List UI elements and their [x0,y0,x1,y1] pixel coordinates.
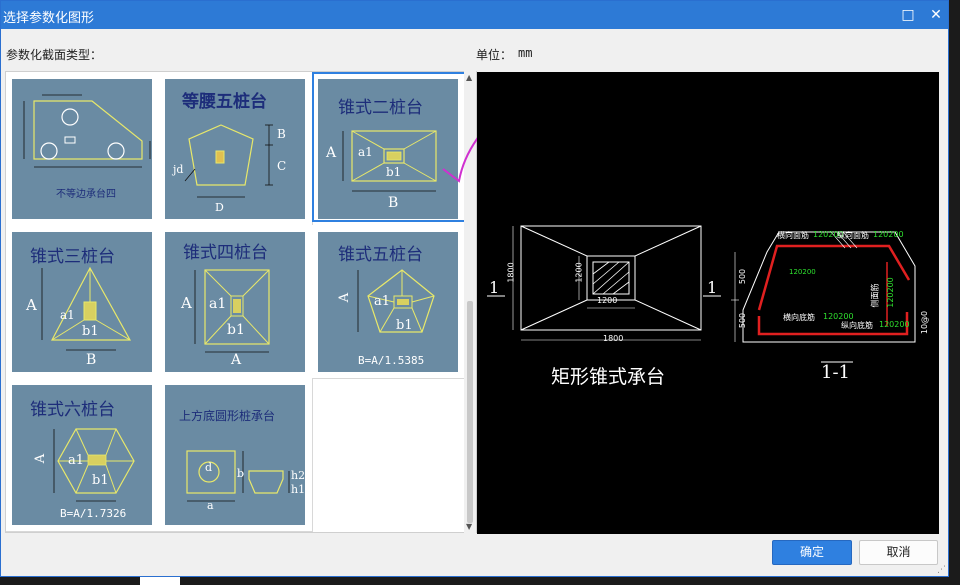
isosceles-five-diagram [184,124,273,198]
unit-label: 单位： [476,48,513,62]
shape-cell-square-round-cap[interactable]: 上方底圆形桩承台 d b a h2 h1 [159,378,313,532]
scroll-thumb[interactable] [467,301,473,523]
dim-label-a: A [337,292,353,303]
ok-button[interactable]: 确定 [772,540,852,565]
dim-label-a: A [326,145,337,161]
dialog-window: 选择参数化图形 □ ✕ 参数化截面类型： 单位： mm 不等边承台四 等腰五桩台… [0,0,949,577]
cancel-button[interactable]: 取消 [859,540,938,565]
dim-label-h1: h1 [291,483,306,496]
dim-label-d: d [205,461,213,474]
dim-column-width: 1200 [597,296,618,305]
shape-thumbnail: 锥式四桩台 A a1 b1 A [165,232,305,372]
dim-label-a1: a1 [60,308,75,322]
maximize-icon[interactable]: □ [898,5,918,25]
dim-label-h2: h2 [291,469,306,482]
shape-thumbnail: 锥式三桩台 A a1 b1 B [12,232,152,372]
dim-label-a1: a1 [68,453,85,468]
shape-cell-cone-five-pile[interactable]: 锥式五桩台 A a1 b1 B=A/1.5385 [312,225,466,379]
dim-label-b: b [237,467,245,480]
bar-spec-end: 10@0 [920,310,930,335]
scroll-down-icon[interactable]: ▼ [466,522,472,531]
dim-label-a: a [207,499,214,512]
dim-plan-width: 1800 [603,334,624,343]
shape-cell-unequal-cap-four[interactable]: 不等边承台四 [6,72,160,226]
unit-value: mm [518,46,533,60]
dim-label-a1: a1 [358,145,373,159]
shape-thumbnail: 锥式二桩台 A a1 b1 B [318,79,458,219]
shape-thumbnail: 不等边承台四 [12,79,152,219]
label-side-bars: 侧面筋 [870,283,880,308]
shape-formula: B=A/1.5385 [358,354,425,367]
shape-cell-cone-six-pile[interactable]: 锥式六桩台 A a1 b1 B=A/1.7326 [6,378,160,532]
dim-label-d: D [215,201,224,214]
dim-label-b1: b1 [386,165,402,179]
dim-section-upper: 500 [738,268,748,285]
dim-plan-height: 1800 [506,262,516,283]
shape-grid: 不等边承台四 等腰五桩台 B C D jd 锥式二桩台 A a1 b1 B 锥式… [5,71,477,533]
dim-label-a1: a1 [374,294,391,309]
bar-spec-bottom-longitudinal: 120200 [879,320,910,329]
window-title: 选择参数化图形 [3,11,95,26]
shape-cell-isosceles-five-pile[interactable]: 等腰五桩台 B C D jd [159,72,313,226]
dim-label-c: C [277,159,287,173]
shape-thumbnail: 上方底圆形桩承台 d b a h2 h1 [165,385,305,525]
dim-label-a: A [33,453,49,464]
dim-label-a1: a1 [209,296,227,312]
dim-label-a: A [26,296,37,314]
section-mark-right: 1 [707,278,718,297]
shape-cell-cone-three-pile[interactable]: 锥式三桩台 A a1 b1 B [6,225,160,379]
shape-thumbnail: 等腰五桩台 B C D jd [165,79,305,219]
dim-label-b1: b1 [92,473,109,488]
resize-grip-icon[interactable]: ⋰ [937,565,946,575]
square-round-diagram [186,450,290,502]
dim-label-jd: jd [173,163,184,176]
shape-caption: 不等边承台四 [56,189,116,200]
plan-title: 矩形锥式承台 [551,366,666,388]
dim-label-b: B [388,195,399,211]
label-top-transverse: 横向面筋 [777,231,809,240]
label-top-longitudinal: 纵向面筋 [837,231,869,240]
bar-spec-top-longitudinal: 120200 [873,230,904,239]
dim-section-lower: 500 [738,312,748,329]
shape-formula: B=A/1.7326 [60,507,127,520]
dim-label-b: B [277,127,286,141]
shape-cell-cone-four-pile[interactable]: 锥式四桩台 A a1 b1 A [159,225,313,379]
close-icon[interactable]: ✕ [926,5,946,25]
title-bar[interactable]: 选择参数化图形 □ ✕ [1,1,948,29]
shape-thumbnail: 锥式五桩台 A a1 b1 B=A/1.5385 [318,232,458,372]
section-mark-left: 1 [489,278,500,297]
section-title: 1-1 [821,362,850,383]
dim-column-height: 1200 [574,262,584,283]
preview-panel: 1 1 1800 1800 1200 1200 矩形锥式承台 1-1 500 5… [477,72,939,534]
background-tab [140,577,180,585]
dim-label-b1: b1 [396,318,413,333]
shape-thumbnail: 锥式六桩台 A a1 b1 B=A/1.7326 [12,385,152,525]
bar-spec-side: 120200 [885,277,895,308]
dim-label-a-bottom: A [231,352,242,368]
dim-label-b: B [86,352,97,368]
dim-label-b1: b1 [227,322,245,338]
bar-spec-slope: 120200 [789,268,816,276]
scroll-up-icon[interactable]: ▲ [466,73,472,82]
label-bottom-transverse: 横向底筋 [783,313,815,322]
dim-label-a: A [181,294,192,312]
label-bottom-longitudinal: 纵向底筋 [841,321,873,330]
dim-label-b1: b1 [82,324,99,339]
section-type-label: 参数化截面类型： [6,48,103,62]
